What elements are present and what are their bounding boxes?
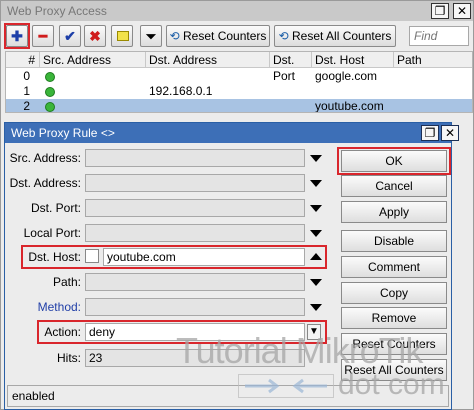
dst-port-dropdown-icon[interactable] xyxy=(310,205,322,212)
reset-counters-label: Reset Counters xyxy=(183,29,267,43)
minus-icon: ━ xyxy=(38,28,48,44)
row-number: 1 xyxy=(23,84,30,98)
plus-icon: ✚ xyxy=(11,28,23,44)
action-label: Action: xyxy=(44,325,81,339)
dst-address-cell xyxy=(146,69,270,84)
enabled-status-icon xyxy=(42,69,56,84)
table-row[interactable]: 0 google.com xyxy=(6,69,472,84)
window-title: Web Proxy Access xyxy=(7,4,107,18)
watermark-line-2: dot com xyxy=(338,368,445,401)
row-number: 2 xyxy=(23,99,30,113)
rules-table: # Src. Address Dst. Address Dst. Port Ds… xyxy=(5,51,473,113)
dst-host-collapse-icon[interactable] xyxy=(310,253,322,260)
enabled-status-icon xyxy=(42,99,56,112)
enable-button[interactable]: ✔ xyxy=(59,25,81,47)
dst-host-cell: youtube.com xyxy=(315,99,384,113)
method-field[interactable] xyxy=(85,298,305,316)
dst-address-cell: 192.168.0.1 xyxy=(149,84,213,98)
reset-all-icon: ⟲ xyxy=(278,29,289,43)
apply-button[interactable]: Apply xyxy=(341,201,447,223)
remove-button[interactable]: ━ xyxy=(32,25,54,47)
row-number: 0 xyxy=(23,69,30,83)
comment-button[interactable] xyxy=(111,25,133,47)
dst-port-field[interactable] xyxy=(85,199,305,217)
filter-icon: ⏷ xyxy=(145,29,157,44)
find-input[interactable] xyxy=(409,26,469,46)
reset-all-counters-button[interactable]: ⟲ Reset All Counters xyxy=(274,25,396,47)
method-dropdown-icon[interactable] xyxy=(310,304,322,311)
dst-address-field[interactable] xyxy=(85,174,305,192)
src-address-label: Src. Address: xyxy=(9,151,81,165)
dialog-restore-button[interactable]: ❐ xyxy=(421,125,439,141)
dst-host-cell xyxy=(312,84,394,99)
column-header-dst-host[interactable]: Dst. Host xyxy=(312,52,394,68)
dialog-title-bar: Web Proxy Rule <> xyxy=(5,123,451,143)
ok-button[interactable]: OK xyxy=(341,150,447,172)
dst-address-cell xyxy=(146,99,270,112)
copy-button[interactable]: Copy xyxy=(341,282,447,304)
watermark-line-1: Tutorial MikroTik xyxy=(176,330,423,371)
window-title-bar: Web Proxy Access xyxy=(1,1,473,21)
hits-label: Hits: xyxy=(57,351,81,365)
dst-host-cell: google.com xyxy=(315,69,378,83)
path-field[interactable] xyxy=(85,273,305,291)
reset-counters-button[interactable]: ⟲ Reset Counters xyxy=(166,25,270,47)
column-header-path[interactable]: Path xyxy=(394,52,472,68)
method-label: Method: xyxy=(37,300,81,314)
add-button[interactable]: ✚ xyxy=(6,25,28,47)
note-icon xyxy=(117,31,129,41)
dst-address-label: Dst. Address: xyxy=(9,176,81,190)
src-address-field[interactable] xyxy=(85,149,305,167)
watermark-arrows-logo xyxy=(238,374,334,398)
x-icon: ✖ xyxy=(89,28,101,44)
table-row-selected[interactable]: 2 youtube.com xyxy=(6,99,472,113)
reset-icon: ⟲ xyxy=(169,29,180,43)
cancel-button[interactable]: Cancel xyxy=(341,175,447,197)
disable-button[interactable]: Disable xyxy=(341,230,447,252)
dst-port-label: Dst. Port: xyxy=(30,201,81,215)
close-window-button[interactable]: ✕ xyxy=(453,3,471,19)
dst-host-field[interactable]: youtube.com xyxy=(103,248,305,266)
column-header-number[interactable]: # xyxy=(6,52,40,68)
column-header-dst-port[interactable]: Dst. Port xyxy=(270,52,312,83)
local-port-field[interactable] xyxy=(85,224,305,242)
enabled-status-icon xyxy=(42,84,56,99)
dst-host-label: Dst. Host: xyxy=(28,250,81,264)
local-port-dropdown-icon[interactable] xyxy=(310,230,322,237)
src-address-dropdown-icon[interactable] xyxy=(310,155,322,162)
column-header-src-address[interactable]: Src. Address xyxy=(40,52,146,68)
path-dropdown-icon[interactable] xyxy=(310,279,322,286)
dst-address-dropdown-icon[interactable] xyxy=(310,180,322,187)
path-label: Path: xyxy=(52,275,81,289)
dst-host-invert-checkbox[interactable] xyxy=(85,249,99,263)
status-text: enabled xyxy=(12,389,55,403)
comment-button[interactable]: Comment xyxy=(341,256,447,278)
remove-button[interactable]: Remove xyxy=(341,307,447,329)
disable-button[interactable]: ✖ xyxy=(84,25,106,47)
dialog-title: Web Proxy Rule <> xyxy=(11,126,115,140)
table-row[interactable]: 1 192.168.0.1 xyxy=(6,84,472,99)
check-icon: ✔ xyxy=(64,28,76,44)
reset-all-counters-label: Reset All Counters xyxy=(292,29,392,43)
restore-window-button[interactable]: ❐ xyxy=(431,3,449,19)
filter-button[interactable]: ⏷ xyxy=(140,25,162,47)
column-header-dst-address[interactable]: Dst. Address xyxy=(146,52,270,68)
dialog-close-button[interactable]: ✕ xyxy=(441,125,459,141)
local-port-label: Local Port: xyxy=(23,226,81,240)
